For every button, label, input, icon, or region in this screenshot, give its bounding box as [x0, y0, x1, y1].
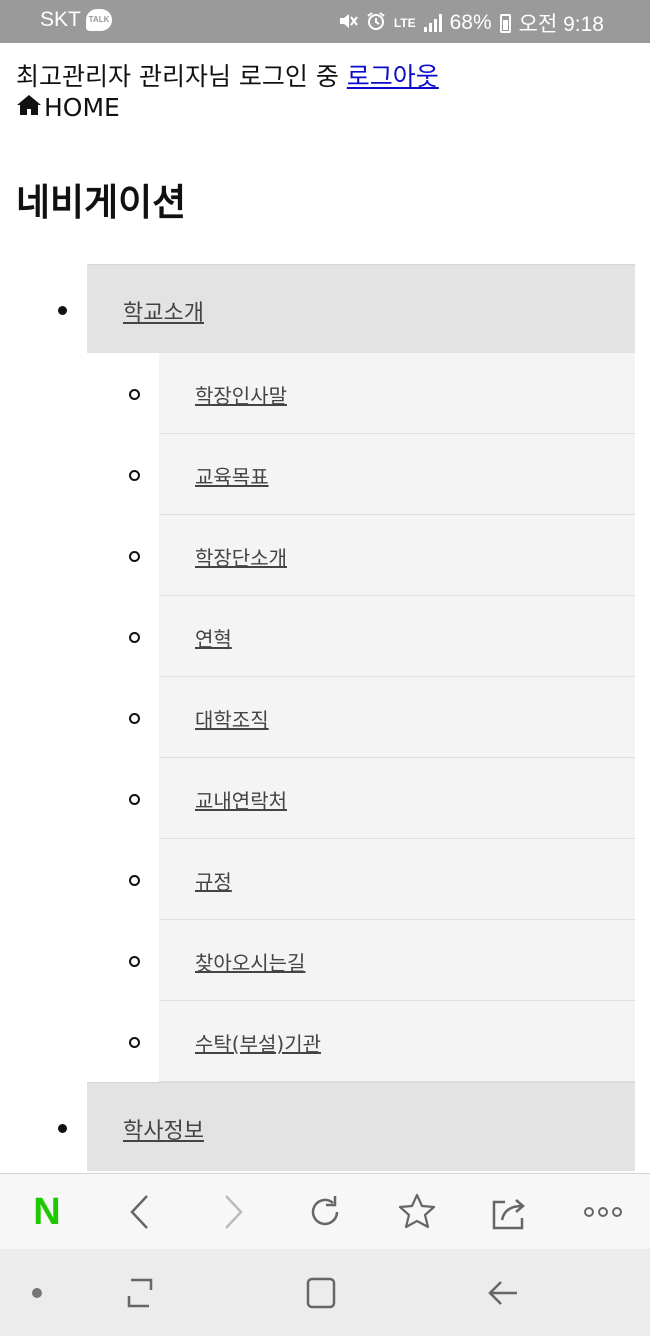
- nav-dot-indicator: [22, 1249, 52, 1336]
- submenu-item[interactable]: 교육목표: [129, 434, 635, 515]
- circle-bullet-icon: [129, 713, 140, 724]
- submenu-item-label[interactable]: 학장인사말: [195, 380, 287, 409]
- system-home-button[interactable]: [286, 1249, 356, 1336]
- share-icon: [492, 1199, 525, 1230]
- circle-bullet-icon: [129, 1037, 140, 1048]
- naver-logo-icon: N: [33, 1190, 61, 1233]
- home-icon: [306, 1277, 336, 1308]
- recent-apps-button[interactable]: [105, 1249, 175, 1336]
- bookmark-star-icon: [398, 1193, 436, 1229]
- recent-apps-icon: [127, 1278, 153, 1307]
- bookmark-button[interactable]: [382, 1174, 452, 1250]
- submenu-item[interactable]: 교내연락처: [129, 758, 635, 839]
- submenu-item[interactable]: 학장인사말: [129, 353, 635, 434]
- logout-link[interactable]: 로그아웃: [347, 62, 439, 91]
- submenu-item-label[interactable]: 교육목표: [195, 461, 269, 490]
- login-status: 최고관리자 관리자님 로그인 중 로그아웃: [16, 57, 439, 93]
- signal-icon: [423, 14, 442, 32]
- naver-home-button[interactable]: N: [12, 1174, 82, 1250]
- navigation-menu: 학교소개 학장인사말 교육목표 학장단소개 연혁 대학조직 교내연락처 규정 찾…: [0, 264, 650, 1171]
- alarm-icon: [366, 11, 386, 36]
- back-icon: [130, 1195, 148, 1229]
- share-button[interactable]: [474, 1174, 544, 1250]
- home-label: HOME: [44, 93, 120, 122]
- kakaotalk-icon: TALK: [86, 9, 112, 31]
- back-arrow-icon: [488, 1280, 517, 1305]
- circle-bullet-icon: [129, 551, 140, 562]
- forward-button[interactable]: [198, 1174, 268, 1250]
- carrier-label: SKT: [40, 8, 81, 31]
- more-button[interactable]: [568, 1174, 638, 1250]
- home-link[interactable]: HOME: [16, 93, 120, 122]
- network-type-label: LTE: [393, 16, 416, 30]
- submenu-item[interactable]: 대학조직: [129, 677, 635, 758]
- more-icon: [584, 1207, 622, 1217]
- menu-item-school-intro[interactable]: 학교소개: [58, 264, 635, 353]
- menu-item-academic-info[interactable]: 학사정보: [58, 1082, 635, 1171]
- reload-button[interactable]: [290, 1174, 360, 1250]
- menu-item-label[interactable]: 학교소개: [123, 295, 204, 327]
- submenu-item-label[interactable]: 찾아오시는길: [195, 947, 305, 976]
- submenu-item-label[interactable]: 교내연락처: [195, 785, 287, 814]
- submenu-item-label[interactable]: 규정: [195, 866, 232, 895]
- bullet-icon: [58, 306, 67, 315]
- clock: 오전 9:18: [518, 13, 604, 36]
- circle-bullet-icon: [129, 470, 140, 481]
- circle-bullet-icon: [129, 956, 140, 967]
- submenu-item[interactable]: 규정: [129, 839, 635, 920]
- battery-percent: 68%: [449, 11, 492, 34]
- page-title: 네비게이션: [16, 181, 187, 224]
- submenu-item[interactable]: 찾아오시는길: [129, 920, 635, 1001]
- submenu-item-label[interactable]: 수탁(부설)기관: [195, 1028, 321, 1057]
- submenu-item-label[interactable]: 대학조직: [195, 704, 269, 733]
- system-back-button[interactable]: [468, 1249, 538, 1336]
- mute-icon: [338, 12, 358, 35]
- system-nav-bar: [0, 1249, 650, 1336]
- submenu-item-label[interactable]: 연혁: [195, 623, 232, 652]
- browser-toolbar: N: [0, 1173, 650, 1250]
- status-icons: LTE 68% 오전 9:18: [338, 8, 604, 38]
- circle-bullet-icon: [129, 794, 140, 805]
- menu-item-label[interactable]: 학사정보: [123, 1113, 204, 1145]
- circle-bullet-icon: [129, 632, 140, 643]
- login-status-text: 최고관리자 관리자님 로그인 중: [16, 62, 339, 91]
- circle-bullet-icon: [129, 389, 140, 400]
- submenu-item[interactable]: 학장단소개: [129, 515, 635, 596]
- home-icon: [16, 93, 44, 122]
- reload-icon: [311, 1196, 339, 1226]
- submenu-item[interactable]: 연혁: [129, 596, 635, 677]
- submenu-item[interactable]: 수탁(부설)기관: [129, 1001, 635, 1082]
- submenu-item-label[interactable]: 학장단소개: [195, 542, 287, 571]
- status-bar: SKT TALK LTE 68% 오전 9:18: [0, 0, 650, 43]
- circle-bullet-icon: [129, 875, 140, 886]
- bullet-icon: [58, 1124, 67, 1133]
- battery-icon: [499, 13, 511, 33]
- forward-icon: [225, 1195, 243, 1229]
- back-button[interactable]: [105, 1174, 175, 1250]
